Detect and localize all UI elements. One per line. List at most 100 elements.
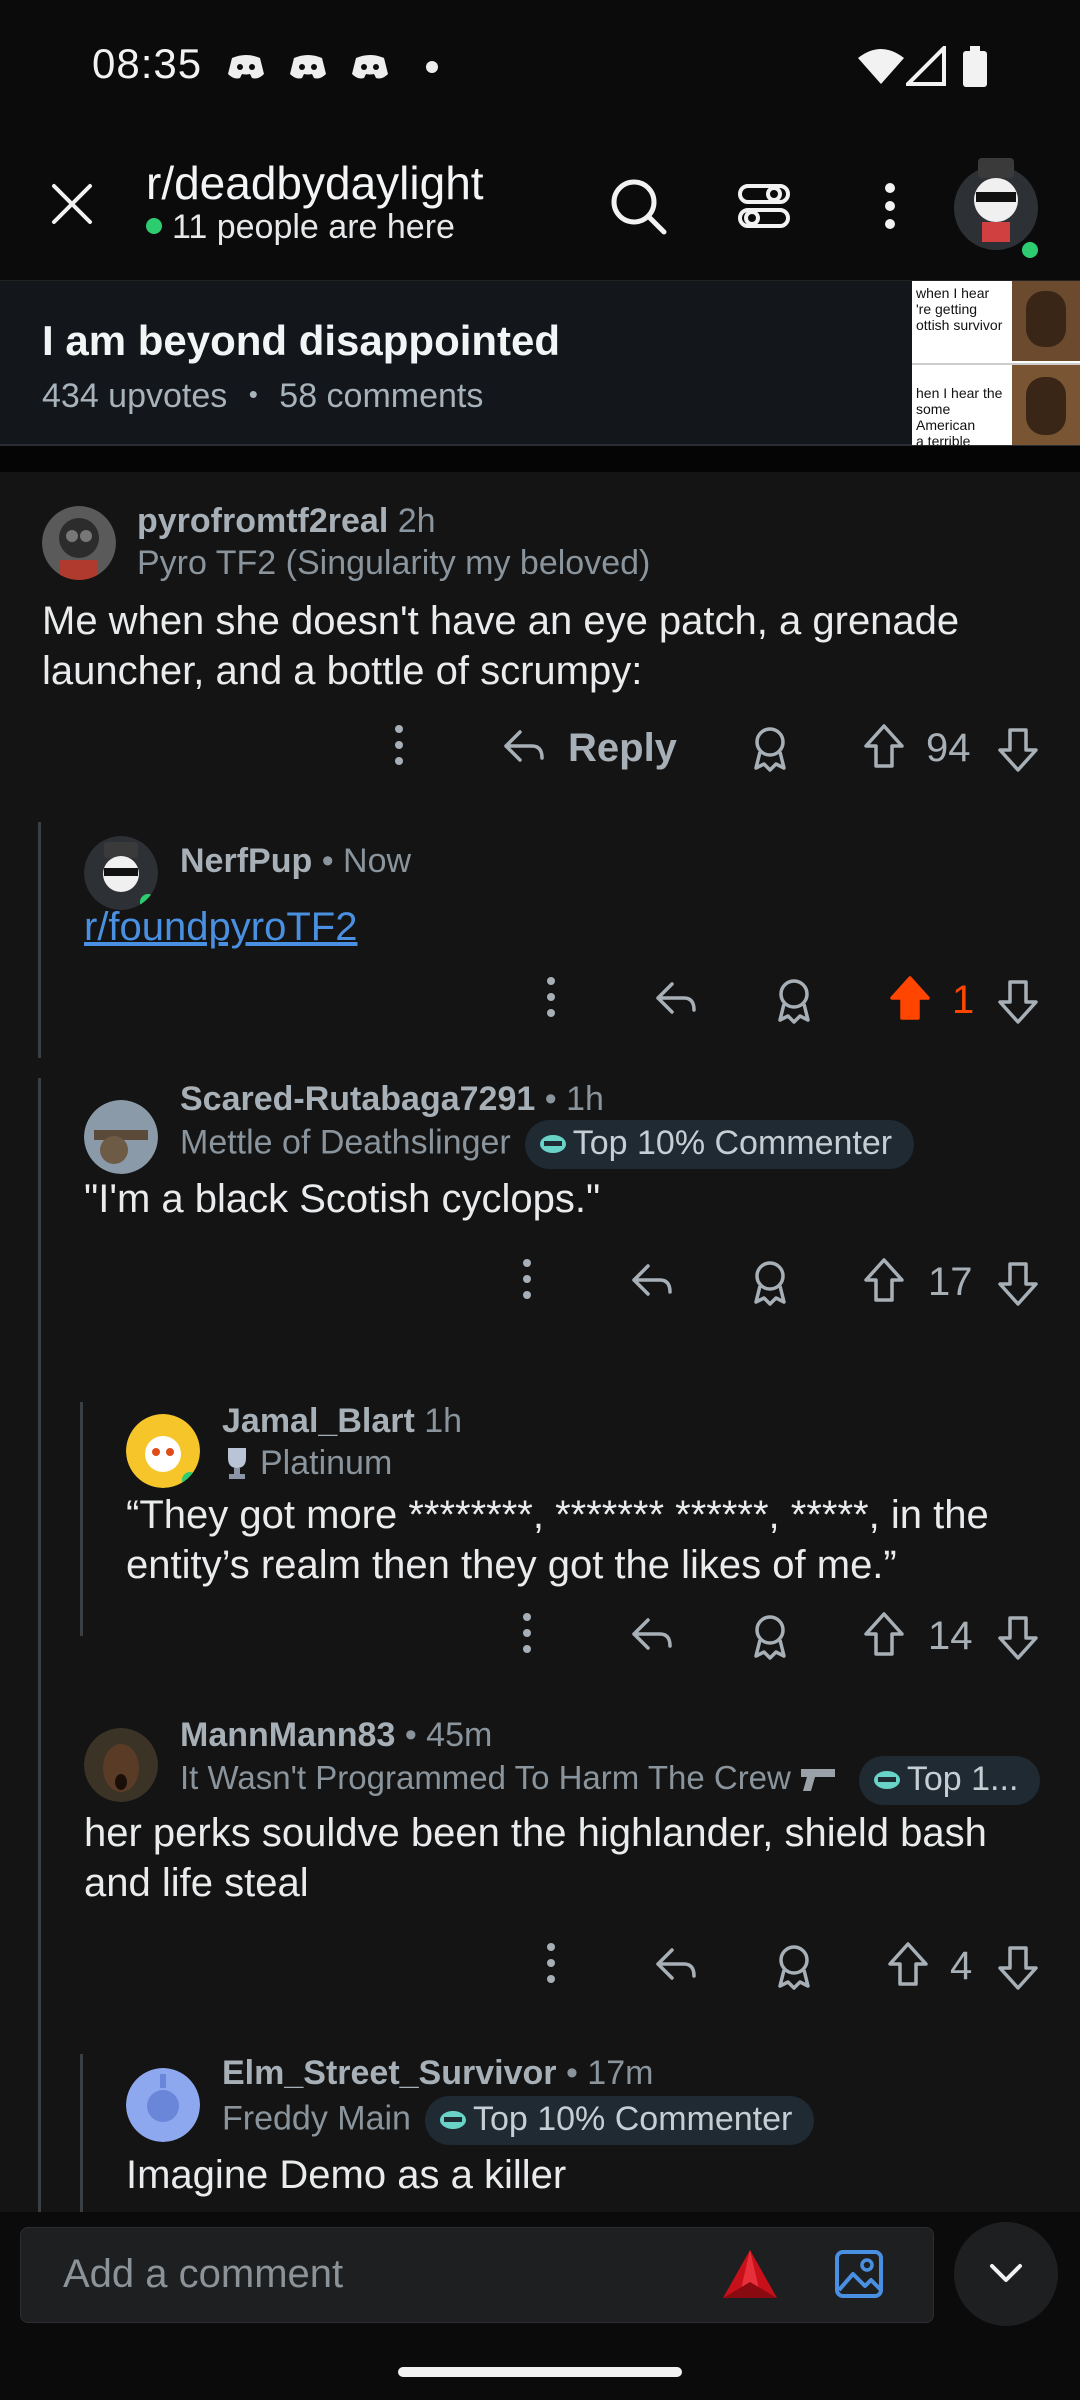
vote-score: 94 [926, 726, 971, 770]
comment-author[interactable]: MannMann83 • 45m [180, 1716, 492, 1755]
home-indicator[interactable] [398, 2367, 682, 2377]
reply-icon[interactable] [654, 976, 698, 1020]
online-count: 11 people are here [146, 208, 455, 247]
top-commenter-badge: Top 1... [858, 1756, 1041, 1805]
comment-time: 1h [424, 1402, 463, 1440]
comment-body: “They got more ********, ******* ******,… [126, 1493, 989, 1587]
more-notifications-dot [426, 61, 438, 73]
vote-score: 14 [928, 1614, 973, 1658]
meme-face-image [1012, 281, 1080, 361]
close-icon[interactable] [46, 178, 98, 230]
post-header[interactable]: I am beyond disappointed 434 upvotes • 5… [0, 280, 1080, 446]
image-upload-icon[interactable] [833, 2248, 885, 2300]
more-options-icon[interactable] [384, 720, 414, 770]
comment-author[interactable]: Jamal_Blart 1h [222, 1402, 462, 1441]
more-options-icon[interactable] [536, 972, 566, 1022]
discord-notification-icon [352, 55, 388, 79]
more-options-icon[interactable] [512, 1608, 542, 1658]
more-options-icon[interactable] [858, 174, 922, 238]
reply-icon[interactable] [630, 1258, 674, 1302]
meme-text-bottom: hen I hear the some American a terrible … [912, 363, 1012, 445]
bottom-bar: Add a comment [0, 2212, 1080, 2400]
flair-text: Platinum [260, 1444, 393, 1482]
comment-actions: Reply 94 [0, 720, 1080, 780]
reply-icon[interactable] [654, 1942, 698, 1986]
comment-author[interactable]: NerfPup • Now [180, 842, 411, 881]
avatar[interactable] [84, 1728, 158, 1802]
downvote-icon[interactable] [996, 1258, 1040, 1308]
meme-line: when I hear [916, 285, 990, 301]
award-icon[interactable] [772, 976, 816, 1024]
user-avatar[interactable] [952, 152, 1040, 258]
username[interactable]: pyrofromtf2real [137, 502, 388, 540]
award-icon[interactable] [748, 1258, 792, 1306]
username[interactable]: Jamal_Blart [222, 1402, 415, 1440]
meta-separator: • [248, 379, 258, 409]
thread-line[interactable] [80, 1402, 83, 1636]
meme-text-top: when I hear 're getting ottish survivor [912, 281, 1012, 361]
user-flair: It Wasn't Programmed To Harm The Crew Top… [180, 1756, 1041, 1805]
avatar[interactable] [126, 1414, 200, 1488]
more-options-icon[interactable] [536, 1938, 566, 1988]
avatar[interactable] [84, 1100, 158, 1174]
more-options-icon[interactable] [512, 1254, 542, 1304]
app-bar: r/deadbydaylight 11 people are here [0, 130, 1080, 280]
username[interactable]: Scared-Rutabaga7291 [180, 1080, 535, 1118]
badge-label: Top 10% Commenter [572, 1124, 893, 1162]
meme-line: some American [916, 401, 976, 433]
upvote-icon[interactable] [862, 1256, 906, 1306]
add-comment-input[interactable]: Add a comment [20, 2227, 934, 2323]
subreddit-link[interactable]: r/foundpyroTF2 [84, 905, 357, 949]
vote-score: 1 [952, 978, 975, 1022]
upvote-icon-active[interactable] [888, 974, 932, 1024]
top-commenter-badge: Top 10% Commenter [524, 1120, 915, 1169]
reply-icon[interactable] [502, 724, 546, 768]
status-bar: 08:35 [0, 0, 1080, 130]
award-icon[interactable] [748, 1612, 792, 1660]
reply-button[interactable]: Reply [568, 726, 677, 771]
subreddit-name[interactable]: r/deadbydaylight [146, 156, 484, 210]
wifi-icon [858, 49, 904, 84]
avatar[interactable] [84, 836, 158, 910]
upvote-icon[interactable] [862, 1610, 906, 1660]
badge-label: Top 1... [906, 1760, 1019, 1798]
downvote-icon[interactable] [996, 724, 1040, 774]
downvote-icon[interactable] [996, 1612, 1040, 1662]
badge-label: Top 10% Commenter [472, 2100, 793, 2138]
flair-text: Mettle of Deathslinger [180, 1123, 511, 1162]
user-flair: Freddy Main Top 10% Commenter [222, 2096, 815, 2145]
comment-list: pyrofromtf2real 2h Pyro TF2 (Singularity… [0, 472, 1080, 2212]
comment-author[interactable]: Elm_Street_Survivor • 17m [222, 2054, 653, 2093]
award-icon[interactable] [772, 1942, 816, 1990]
comment-actions: 4 [0, 1938, 1080, 1998]
post-thumbnail[interactable]: when I hear 're getting ottish survivor … [912, 281, 1080, 445]
avatar[interactable] [42, 506, 116, 580]
reply-icon[interactable] [630, 1612, 674, 1656]
discord-notification-icon [228, 55, 264, 79]
user-flair: Pyro TF2 (Singularity my beloved) [137, 544, 651, 582]
flair-text: It Wasn't Programmed To Harm The Crew [180, 1759, 791, 1797]
avatar[interactable] [126, 2068, 200, 2142]
comment-actions: 1 [0, 972, 1080, 1032]
comment-time: • 17m [565, 2054, 654, 2092]
ruby-gem-icon[interactable] [721, 2248, 779, 2304]
divider [0, 446, 1080, 472]
username[interactable]: Elm_Street_Survivor [222, 2054, 557, 2092]
downvote-icon[interactable] [996, 976, 1040, 1026]
downvote-icon[interactable] [996, 1942, 1040, 1992]
upvote-icon[interactable] [862, 722, 906, 772]
thread-line[interactable] [80, 2054, 83, 2212]
post-title: I am beyond disappointed [42, 317, 561, 364]
collapse-button[interactable] [954, 2222, 1058, 2326]
comment-author[interactable]: pyrofromtf2real 2h [137, 502, 436, 541]
vote-score: 4 [950, 1944, 973, 1988]
upvote-icon[interactable] [886, 1940, 930, 1990]
vote-score: 17 [928, 1260, 973, 1304]
comment-author[interactable]: Scared-Rutabaga7291 • 1h [180, 1080, 604, 1119]
award-icon[interactable] [748, 724, 792, 772]
search-icon[interactable] [606, 174, 670, 238]
username[interactable]: NerfPup [180, 842, 312, 880]
username[interactable]: MannMann83 [180, 1716, 395, 1754]
trophy-icon [539, 1135, 566, 1153]
sort-filter-icon[interactable] [732, 174, 796, 238]
